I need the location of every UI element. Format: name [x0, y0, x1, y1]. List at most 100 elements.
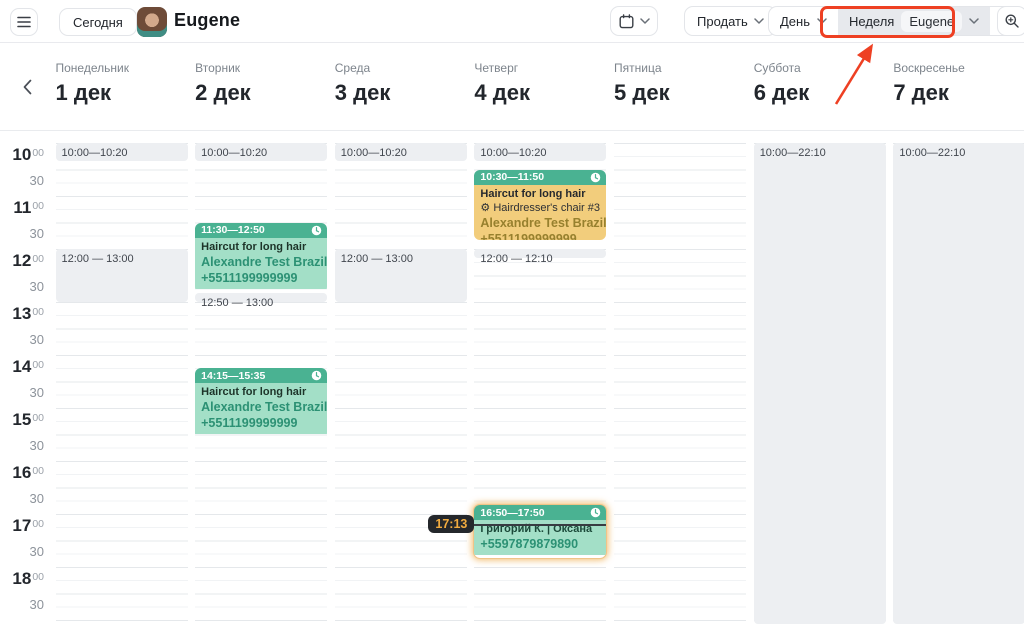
- day-name: Понедельник: [56, 61, 188, 75]
- time-label-hour: 1000: [0, 145, 44, 165]
- view-switcher: День Неделя Eugene: [768, 6, 1024, 36]
- busy-slot: 12:00 — 13:00: [335, 249, 467, 302]
- staff-avatar[interactable]: [137, 7, 167, 37]
- scheduler-app: Сегодня Eugene Продать День: [0, 0, 1024, 624]
- day-column-sun[interactable]: 10:00—22:10: [893, 143, 1024, 624]
- time-label-hour: 1600: [0, 463, 44, 483]
- appointment-phone: +5511199999999: [201, 270, 321, 286]
- view-week-user-pill: Eugene: [901, 11, 962, 32]
- day-header-1: Понедельник 1 дек: [56, 61, 188, 106]
- search-plus-icon: [1004, 13, 1020, 29]
- clock-icon: [311, 225, 322, 236]
- busy-slot: 12:50 — 13:00: [195, 293, 327, 302]
- day-date: 4 дек: [474, 80, 606, 106]
- chevron-down-icon: [817, 18, 827, 24]
- appointment-body: Haircut for long hairAlexandre Test Braz…: [195, 238, 327, 289]
- previous-week-button[interactable]: [16, 76, 38, 98]
- today-button[interactable]: Сегодня: [59, 8, 137, 36]
- sell-button[interactable]: Продать: [684, 6, 777, 36]
- time-label-half: 30: [0, 491, 44, 506]
- day-date: 7 дек: [893, 80, 1024, 106]
- chevron-down-icon: [754, 18, 764, 24]
- time-label-hour: 1700: [0, 516, 44, 536]
- day-name: Среда: [335, 61, 467, 75]
- day-column-tue[interactable]: 10:00—10:20 11:30—12:50 Haircut for long h…: [195, 143, 327, 624]
- view-day-tab[interactable]: День: [769, 7, 838, 35]
- day-date: 1 дек: [56, 80, 188, 106]
- day-column-thu[interactable]: 10:00—10:20 10:30—11:50 Haircut for long h…: [474, 143, 606, 624]
- appointment-client: Alexandre Test Brazil: [480, 215, 600, 231]
- appointment-time: 14:15—15:35: [201, 370, 265, 382]
- clock-icon: [311, 370, 322, 381]
- appointment-time-header: 16:50—17:50: [474, 505, 606, 520]
- appointment-time: 16:50—17:50: [480, 507, 544, 519]
- time-label-half: 30: [0, 226, 44, 241]
- time-label-hour: 1300: [0, 304, 44, 324]
- day-header-4: Четверг 4 дек: [474, 61, 606, 106]
- busy-slot: 12:00 — 12:10: [474, 249, 606, 258]
- time-label-half: 30: [0, 173, 44, 188]
- appointment-card[interactable]: 14:15—15:35Haircut for long hairAlexandr…: [195, 368, 327, 439]
- busy-slot: 10:00—10:20: [335, 143, 467, 161]
- day-column-fri[interactable]: [614, 143, 746, 624]
- time-label-hour: 1200: [0, 251, 44, 271]
- day-name: Вторник: [195, 61, 327, 75]
- day-header-2: Вторник2 дек: [195, 61, 327, 106]
- calendar-picker-button[interactable]: [610, 6, 658, 36]
- day-name: Четверг: [474, 61, 606, 75]
- day-name: Суббота: [754, 61, 886, 75]
- appointment-title: Haircut for long hair: [480, 187, 600, 201]
- appointment-time: 10:30—11:50: [480, 171, 544, 183]
- appointment-phone: +5511199999999: [480, 231, 600, 241]
- time-label-half: 30: [0, 279, 44, 294]
- busy-slot-label: 10:00—22:10: [754, 145, 832, 161]
- appointment-body: Haircut for long hairAlexandre Test Braz…: [195, 383, 327, 434]
- time-label-half: 30: [0, 332, 44, 347]
- view-day-label: День: [780, 14, 810, 29]
- day-date: 3 дек: [335, 80, 467, 106]
- busy-slot-label: 12:00 — 13:00: [56, 251, 140, 267]
- time-label-hour: 1500: [0, 410, 44, 430]
- day-date: 5 дек: [614, 80, 746, 106]
- day-name: Пятница: [614, 61, 746, 75]
- time-label-half: 30: [0, 597, 44, 612]
- chevron-down-icon: [969, 18, 979, 24]
- clock-icon: [590, 172, 601, 183]
- day-name: Воскресенье: [893, 61, 1024, 75]
- appointment-card[interactable]: 10:30—11:50 Haircut for long hair⚙ Hairdr…: [474, 170, 606, 241]
- sell-label: Продать: [697, 14, 748, 29]
- chevron-left-icon: [23, 79, 32, 95]
- hamburger-icon: [17, 16, 31, 28]
- day-header-3: Среда 3 дек: [335, 61, 467, 106]
- time-label-half: 30: [0, 438, 44, 453]
- busy-slot-label: 10:00—22:10: [893, 145, 971, 161]
- day-column-mon[interactable]: 10:00—10:20 12:00 — 13:00: [56, 143, 188, 624]
- appointment-card[interactable]: 16:50—17:50Григорий К. | Оксана+55978798…: [474, 505, 606, 558]
- calendar-icon: [619, 14, 634, 29]
- day-column-sat[interactable]: 10:00—22:10: [754, 143, 886, 624]
- search-button[interactable]: [997, 6, 1024, 36]
- busy-slot-label: 10:00—10:20: [56, 145, 134, 161]
- day-header-5: Пятница 5 дек: [614, 61, 746, 106]
- appointment-time-header: 11:30—12:50: [195, 223, 327, 238]
- menu-button[interactable]: [10, 8, 38, 36]
- busy-slot: 10:00—10:20: [56, 143, 188, 161]
- appointment-title: Haircut for long hair: [201, 240, 321, 254]
- busy-slot-label: 10:00—10:20: [195, 145, 273, 161]
- busy-slot-label: 10:00—10:20: [474, 145, 552, 161]
- busy-slot: 10:00—22:10: [754, 143, 886, 624]
- appointment-phone: +5511199999999: [201, 415, 321, 431]
- time-label-hour: 1800: [0, 569, 44, 589]
- week-header: Понедельник 1 дек Вторник2 дек Среда 3 дек Че…: [0, 43, 1024, 131]
- current-time-line: [468, 524, 606, 526]
- appointment-body: Haircut for long hair⚙ Hairdresser's cha…: [474, 185, 606, 241]
- staff-name: Eugene: [174, 10, 240, 31]
- appointment-title: Haircut for long hair: [201, 385, 321, 399]
- appointment-card[interactable]: 11:30—12:50 Haircut for long hairAlexandr…: [195, 223, 327, 294]
- appointment-time: 11:30—12:50: [201, 224, 265, 236]
- appointment-client: Alexandre Test Brazil: [201, 399, 321, 415]
- day-date: 6 дек: [754, 80, 886, 106]
- day-column-wed[interactable]: 10:00—10:20 12:00 — 13:00: [335, 143, 467, 624]
- busy-slot-label: 12:00 — 12:10: [474, 253, 558, 265]
- view-week-tab[interactable]: Неделя Eugene: [838, 7, 990, 35]
